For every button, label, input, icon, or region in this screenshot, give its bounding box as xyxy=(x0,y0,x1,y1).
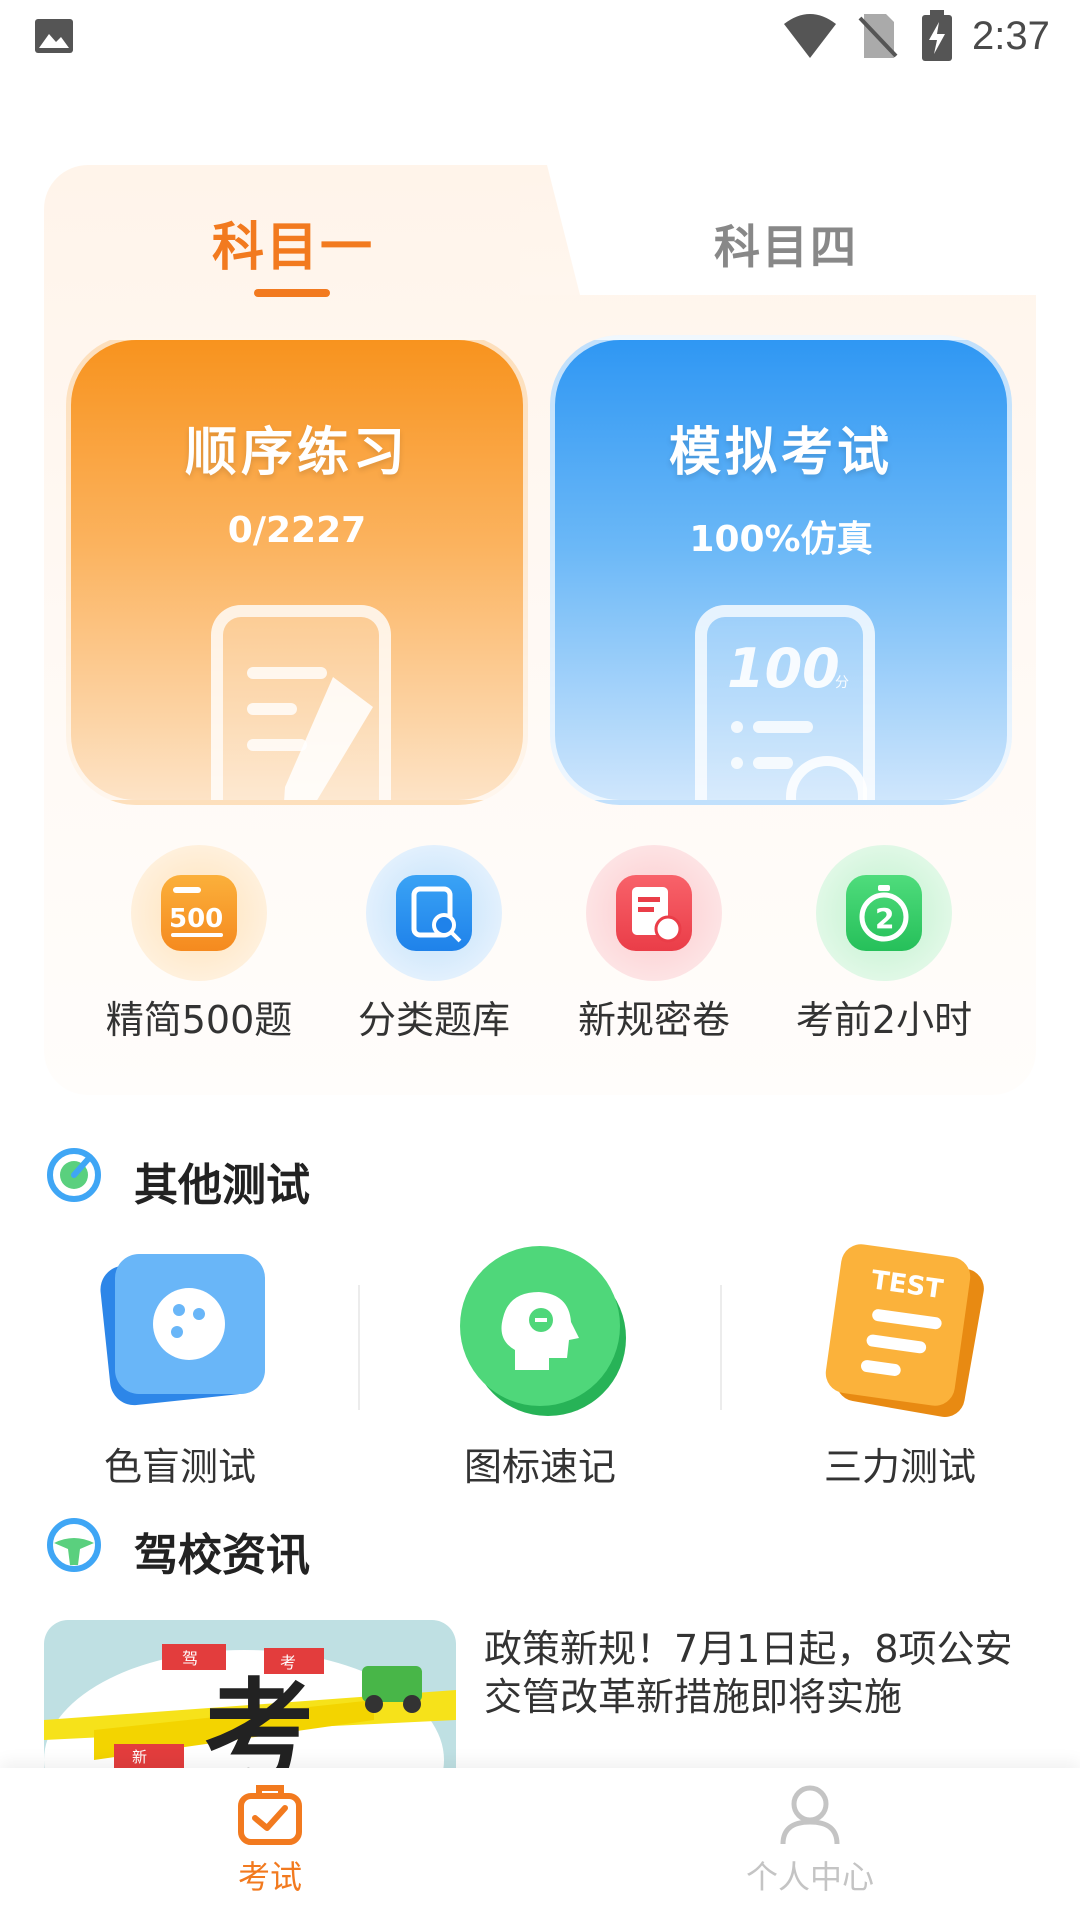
news-title-heading: 驾校资讯 xyxy=(134,1530,310,1581)
quick-action-category[interactable]: 分类题库 xyxy=(334,845,534,1044)
tab-subject-one[interactable]: 科目一 xyxy=(212,205,374,280)
news-thumb-big-char: 考 xyxy=(204,1668,314,1770)
exam-icon xyxy=(238,1785,302,1845)
person-icon xyxy=(780,1785,840,1845)
document-edit-icon xyxy=(211,605,391,800)
quick-action-500[interactable]: 500 精简500题 xyxy=(99,845,299,1044)
three-ability-test-label: 三力测试 xyxy=(823,1445,976,1489)
gauge-icon xyxy=(47,1148,101,1202)
color-blind-test[interactable]: 色盲测试 xyxy=(50,1240,310,1491)
status-bar: 2:37 xyxy=(0,0,1080,75)
nav-exam[interactable]: 考试 xyxy=(170,1782,370,1898)
stopwatch-icon: 2 xyxy=(846,875,922,951)
nav-exam-label: 考试 xyxy=(237,1858,302,1896)
nav-profile-label: 个人中心 xyxy=(745,1858,874,1896)
mock-exam-button[interactable]: 模拟考试 100%仿真 100 分 xyxy=(550,335,1012,805)
clock: 2:37 xyxy=(972,14,1050,58)
sequential-practice-button[interactable]: 顺序练习 0/2227 xyxy=(66,335,528,805)
score-sheet-number: 100 xyxy=(727,637,840,700)
mock-exam-subtitle: 100%仿真 xyxy=(689,519,873,560)
subject-card: 科目一 科目四 顺序练习 0/2227 模拟考试 100%仿真 100 分 50… xyxy=(44,165,1044,1095)
icon-memory-test[interactable]: 图标速记 xyxy=(410,1240,670,1491)
500-icon: 500 xyxy=(161,875,237,951)
500-icon-number: 500 xyxy=(169,904,223,934)
app-screen: 2:37 科目一 科目四 顺序练习 0/2227 模拟考试 100%仿真 100… xyxy=(0,0,1080,1920)
news-thumb-sign-1: 驾 xyxy=(182,1649,198,1668)
quick-action-new-rules-bubble xyxy=(586,845,722,981)
quick-action-new-rules-label: 新规密卷 xyxy=(577,998,730,1042)
head-memory-icon xyxy=(445,1240,635,1420)
steering-wheel-icon xyxy=(47,1518,101,1572)
test-list-icon: TEST xyxy=(805,1240,995,1420)
nav-profile[interactable]: 个人中心 xyxy=(710,1782,910,1898)
category-search-icon xyxy=(396,875,472,951)
sequential-practice-progress: 0/2227 xyxy=(227,510,367,551)
mock-exam-title: 模拟考试 xyxy=(668,423,893,483)
score-sheet-unit: 分 xyxy=(835,675,849,691)
quick-action-500-label: 精简500题 xyxy=(105,998,293,1042)
color-blind-test-label: 色盲测试 xyxy=(103,1445,256,1489)
quick-action-two-hours-label: 考前2小时 xyxy=(795,998,973,1042)
stopwatch-number: 2 xyxy=(875,902,894,935)
icon-memory-test-label: 图标速记 xyxy=(463,1445,616,1489)
gallery-notification-icon xyxy=(35,19,73,53)
news-thumbnail[interactable]: 驾 考 新 考 xyxy=(44,1620,456,1770)
palette-icon xyxy=(85,1240,275,1420)
bottom-nav: 考试 个人中心 xyxy=(0,1768,1080,1920)
quick-action-category-bubble xyxy=(366,845,502,981)
news-thumb-sign-3: 新 xyxy=(132,1748,147,1766)
news-item-title[interactable]: 政策新规！7月1日起，8项公安交管改革新措施即将实施 xyxy=(484,1625,1044,1721)
active-tab-indicator xyxy=(254,289,330,297)
tab-subject-four[interactable]: 科目四 xyxy=(714,211,858,277)
wifi-icon xyxy=(784,14,836,58)
new-rules-paper-icon xyxy=(616,875,692,951)
test-divider xyxy=(358,1285,360,1410)
quick-action-two-hours-bubble: 2 xyxy=(816,845,952,981)
score-sheet-icon: 100 分 xyxy=(695,605,875,800)
battery-charging-icon xyxy=(922,10,952,61)
three-ability-test[interactable]: TEST 三力测试 xyxy=(770,1240,1030,1491)
quick-action-category-label: 分类题库 xyxy=(357,998,510,1042)
quick-action-new-rules[interactable]: 新规密卷 xyxy=(554,845,754,1044)
test-divider xyxy=(720,1285,722,1410)
sequential-practice-title: 顺序练习 xyxy=(184,423,409,483)
quick-action-two-hours[interactable]: 2 考前2小时 xyxy=(784,845,984,1044)
other-tests-title: 其他测试 xyxy=(134,1160,310,1211)
quick-action-500-bubble: 500 xyxy=(131,845,267,981)
no-sim-icon xyxy=(858,14,898,58)
